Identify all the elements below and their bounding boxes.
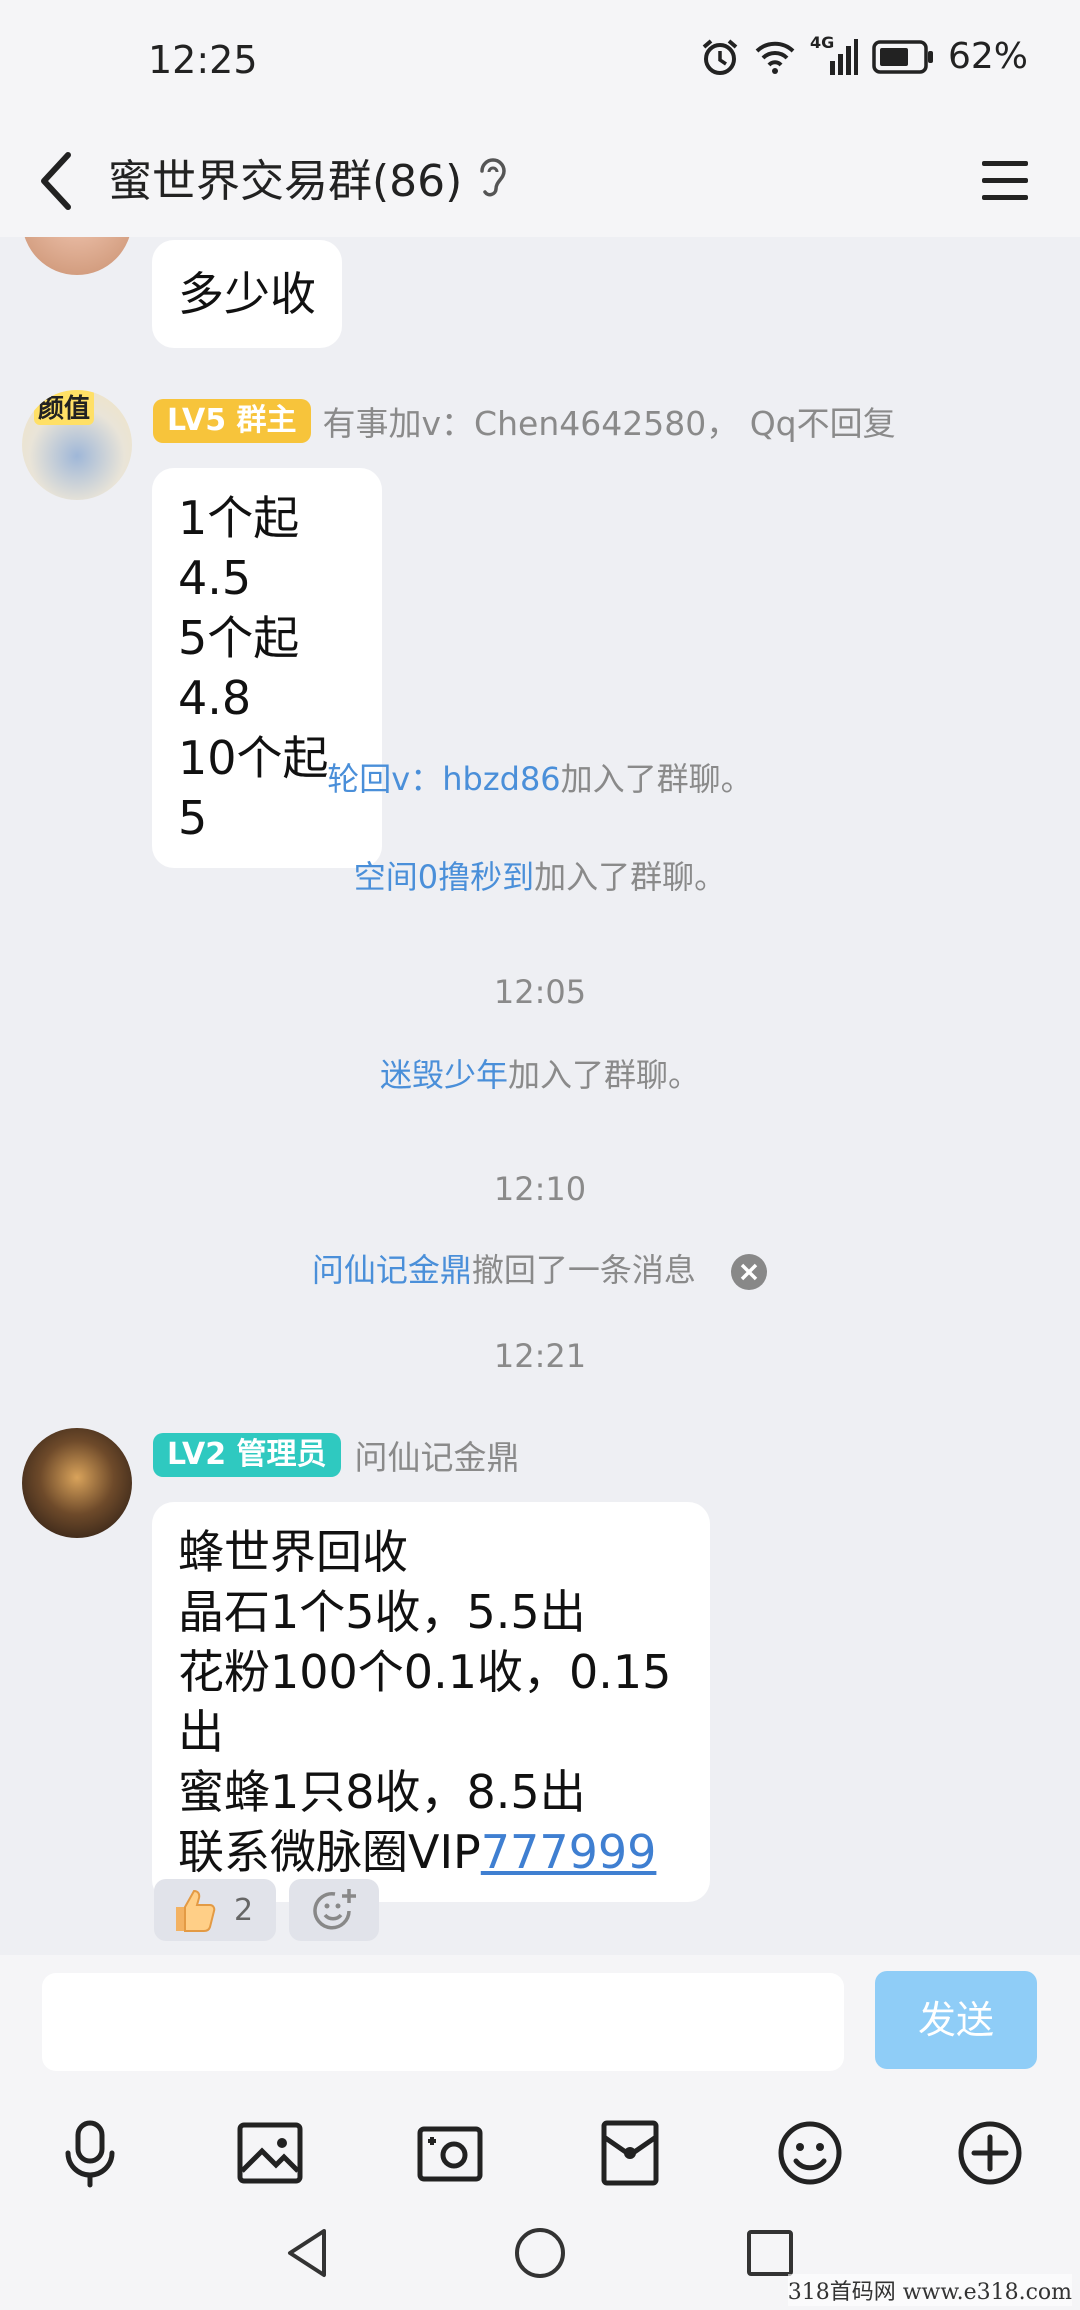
- notice-text: 加入了群聊。: [508, 1056, 701, 1094]
- message-line: 蜜蜂1只8收，8.5出: [178, 1765, 586, 1819]
- timestamp: 12:05: [493, 973, 587, 1011]
- message-line: 晶石1个5收，5.5出: [178, 1585, 586, 1639]
- system-notice: 轮回v：hbzd86加入了群聊。: [0, 754, 1080, 800]
- message-line: 蜂世界回收: [178, 1525, 408, 1579]
- member-link[interactable]: 迷毁少年: [380, 1056, 508, 1094]
- add-emoji-icon: [313, 1889, 356, 1930]
- message-line: 1个起4.5: [178, 491, 300, 605]
- menu-icon[interactable]: [978, 147, 1032, 213]
- timestamp: 12:21: [493, 1337, 587, 1375]
- battery-percentage: 62%: [947, 36, 1028, 77]
- close-icon[interactable]: [730, 1253, 768, 1291]
- ear-icon: [480, 158, 506, 197]
- chat-header: 蜜世界交易群(86): [0, 125, 1080, 237]
- signal-icon: [829, 38, 858, 75]
- send-button[interactable]: 发送: [875, 1971, 1037, 2069]
- message-line: 花粉100个0.1收，0.15出: [178, 1645, 672, 1759]
- emoji-icon[interactable]: [770, 2113, 850, 2193]
- message-bubble[interactable]: 1个起4.5 5个起4.8 10个起5: [152, 468, 382, 868]
- number-link[interactable]: 777999: [481, 1825, 657, 1879]
- battery-icon: [872, 39, 933, 74]
- add-reaction-button[interactable]: [289, 1879, 379, 1941]
- cellular-signal: 4G: [810, 33, 858, 77]
- member-link[interactable]: 轮回v：hbzd86: [327, 760, 560, 798]
- sender-name[interactable]: 有事加v：Chen4642580， Qq不回复: [323, 397, 896, 445]
- notice-text: 撤回了一条消息: [471, 1251, 696, 1289]
- wifi-icon: [755, 41, 795, 74]
- avatar[interactable]: [22, 1428, 132, 1538]
- avatar-text: 颜值: [34, 390, 95, 425]
- member-link[interactable]: 空间0撸秒到: [354, 858, 534, 896]
- alarm-icon: [702, 38, 738, 75]
- plus-icon[interactable]: [950, 2113, 1030, 2193]
- system-notice: 迷毁少年加入了群聊。: [0, 1050, 1080, 1096]
- owner-badge: LV5 群主: [153, 399, 311, 443]
- message-text: 联系微脉圈VIP: [178, 1825, 481, 1879]
- nav-home-icon[interactable]: [510, 2223, 570, 2283]
- image-icon[interactable]: [230, 2113, 310, 2193]
- message-bubble[interactable]: 蜂世界回收 晶石1个5收，5.5出 花粉100个0.1收，0.15出 蜜蜂1只8…: [152, 1502, 710, 1902]
- admin-badge: LV2 管理员: [153, 1433, 341, 1477]
- nav-back-icon[interactable]: [278, 2223, 338, 2283]
- notice-text: 加入了群聊。: [560, 760, 753, 798]
- sender-info: LV2 管理员 问仙记金鼎: [153, 1431, 520, 1479]
- group-title[interactable]: 蜜世界交易群(86): [108, 145, 462, 209]
- status-icons: 4G 62%: [700, 33, 1028, 77]
- member-link[interactable]: 问仙记金鼎: [312, 1251, 472, 1289]
- thumbs-up-icon: [176, 1889, 216, 1932]
- message-text: 多少收: [178, 267, 316, 321]
- sender-info: LV5 群主 有事加v：Chen4642580， Qq不回复: [153, 397, 896, 445]
- avatar[interactable]: 颜值: [22, 390, 132, 500]
- mic-icon[interactable]: [50, 2113, 130, 2193]
- notice-text: 加入了群聊。: [534, 858, 727, 896]
- timestamp: 12:10: [493, 1170, 587, 1208]
- message-line: 联系微脉圈VIP777999: [178, 1822, 684, 1882]
- input-area: 发送 318首码网 www.e318.com: [0, 1955, 1080, 2310]
- message-bubble[interactable]: 多少收: [152, 240, 342, 348]
- message-input[interactable]: [42, 1973, 844, 2071]
- system-notice: 空间0撸秒到加入了群聊。: [0, 852, 1080, 898]
- status-time: 12:25: [148, 38, 258, 82]
- system-notice: 问仙记金鼎撤回了一条消息: [0, 1245, 1080, 1291]
- like-reaction[interactable]: 2: [154, 1879, 276, 1941]
- watermark: 318首码网 www.e318.com: [787, 2274, 1072, 2306]
- status-bar: 12:25 4G 62%: [0, 0, 1080, 125]
- sender-name[interactable]: 问仙记金鼎: [355, 1431, 520, 1479]
- camera-icon[interactable]: [410, 2113, 490, 2193]
- like-count: 2: [234, 1892, 254, 1928]
- red-packet-icon[interactable]: [590, 2113, 670, 2193]
- back-button[interactable]: [28, 143, 98, 219]
- message-line: 5个起4.8: [178, 611, 300, 725]
